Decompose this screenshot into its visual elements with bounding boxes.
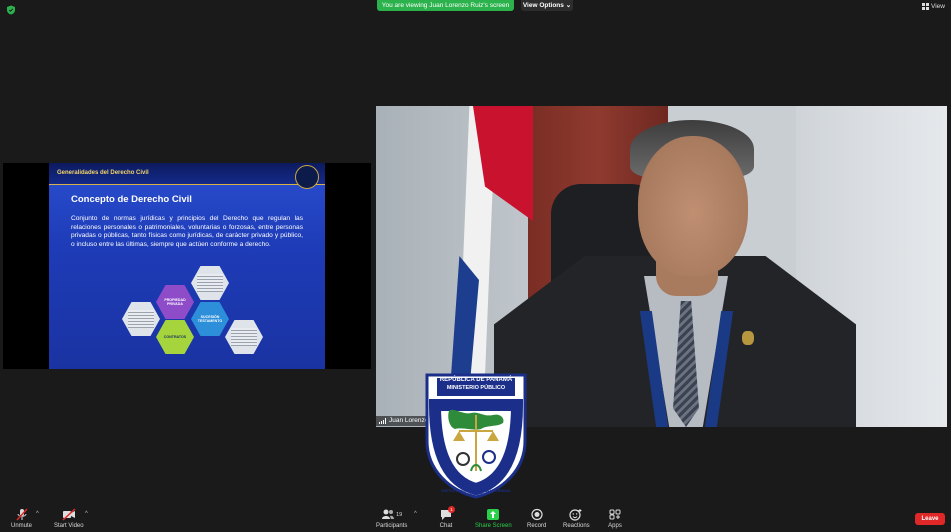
chat-button[interactable]: 1 Chat xyxy=(439,506,455,529)
chat-label: Chat xyxy=(439,523,453,529)
documents-image xyxy=(191,266,229,300)
chat-unread-badge: 1 xyxy=(448,506,455,513)
unmute-button[interactable]: Unmute xyxy=(11,508,32,529)
view-options-label: View Options xyxy=(522,2,564,9)
testamento-image xyxy=(225,320,263,354)
apps-button[interactable]: Apps xyxy=(608,508,622,529)
participants-button[interactable]: 19 Participants xyxy=(376,508,407,529)
chevron-down-icon: ⌄ xyxy=(565,2,572,9)
view-button[interactable]: View xyxy=(922,3,945,10)
seal-line-2: MINISTERIO PÚBLICO xyxy=(446,385,506,391)
apps-label: Apps xyxy=(608,523,622,529)
zoom-meeting-window: You are viewing Juan Lorenzo Ruiz's scre… xyxy=(0,0,951,532)
encryption-shield-icon[interactable] xyxy=(6,5,16,15)
speaker-face xyxy=(638,136,748,276)
record-button[interactable]: Record xyxy=(527,508,546,529)
slide-title: Concepto de Derecho Civil xyxy=(71,194,192,205)
participants-label: Participants xyxy=(376,523,408,529)
video-off-icon xyxy=(62,508,76,521)
seal-ring-text: INSTITUTO DE MEDICINA LEGAL Y CIENCIAS F… xyxy=(441,489,511,497)
video-options-caret-icon[interactable]: ^ xyxy=(85,511,88,517)
presentation-slide: Generalidades del Derecho Civil Concepto… xyxy=(49,163,325,369)
view-button-label: View xyxy=(931,3,945,10)
start-video-label: Start Video xyxy=(54,523,84,529)
participants-caret-icon[interactable]: ^ xyxy=(414,511,417,517)
reactions-button[interactable]: Reactions xyxy=(563,508,590,529)
reactions-label: Reactions xyxy=(563,523,590,529)
slide-header-bar: Generalidades del Derecho Civil xyxy=(49,163,325,185)
hex-propiedad-privada: PROPIEDAD PRIVADA xyxy=(156,285,194,319)
view-options-button[interactable]: View Options ⌄ xyxy=(521,0,573,11)
hex-label: PROPIEDAD PRIVADA xyxy=(164,297,186,307)
record-label: Record xyxy=(527,523,547,529)
seal-line-1: REPÚBLICA DE PANAMÁ xyxy=(439,377,513,383)
record-icon xyxy=(531,508,543,521)
microphone-muted-icon xyxy=(15,508,28,521)
participants-icon xyxy=(382,509,395,519)
lapel-pin xyxy=(742,331,754,345)
share-screen-icon xyxy=(487,509,500,520)
slide-body-text: Conjunto de normas jurídicas y principio… xyxy=(71,215,303,249)
signal-bars-icon xyxy=(379,418,386,424)
audio-options-caret-icon[interactable]: ^ xyxy=(36,511,39,517)
hex-label: CONTRATOS xyxy=(163,334,187,339)
contract-image xyxy=(122,302,160,336)
slide-header-text: Generalidades del Derecho Civil xyxy=(57,170,149,176)
participants-count: 19 xyxy=(396,511,403,518)
apps-icon xyxy=(609,509,621,520)
share-screen-button[interactable]: Share Screen xyxy=(475,508,512,529)
unmute-label: Unmute xyxy=(11,523,33,529)
leave-button[interactable]: Leave xyxy=(915,513,945,525)
hex-sucesion-testamento: SUCESIÓN TESTAMENTO xyxy=(191,302,229,336)
start-video-button[interactable]: Start Video xyxy=(54,508,84,529)
viewing-screen-banner: You are viewing Juan Lorenzo Ruiz's scre… xyxy=(377,0,514,11)
slide-logo xyxy=(295,165,319,189)
hex-label: SUCESIÓN TESTAMENTO xyxy=(197,314,223,324)
shared-screen-panel[interactable]: Generalidades del Derecho Civil Concepto… xyxy=(3,163,371,369)
smiley-plus-icon xyxy=(569,509,582,521)
grid-view-icon xyxy=(922,3,930,10)
share-screen-label: Share Screen xyxy=(475,523,512,529)
hex-contratos: CONTRATOS xyxy=(156,320,194,354)
